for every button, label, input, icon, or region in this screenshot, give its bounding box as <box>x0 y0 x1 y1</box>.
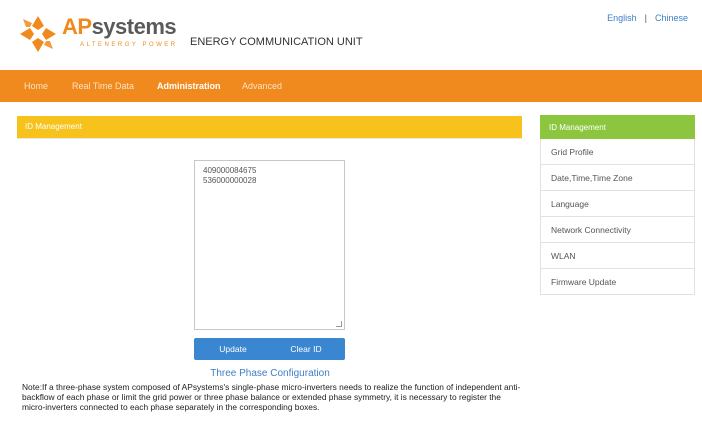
sidebar-item-firmware-update[interactable]: Firmware Update <box>540 269 695 295</box>
three-phase-config-link[interactable]: Three Phase Configuration <box>210 368 330 379</box>
apsystems-logo-icon <box>20 16 56 52</box>
sidebar-item-date-time-zone[interactable]: Date,Time,Time Zone <box>540 165 695 191</box>
sidebar-item-id-management[interactable]: ID Management <box>540 115 695 139</box>
sidebar-item-network-connectivity[interactable]: Network Connectivity <box>540 217 695 243</box>
apsystems-logo: APsystems ALTENERGY POWER <box>18 12 178 56</box>
unit-title: ENERGY COMMUNICATION UNIT <box>190 36 363 48</box>
three-phase-config-row: Three Phase Configuration <box>0 368 540 379</box>
update-button[interactable]: Update <box>204 338 262 360</box>
panel-title: ID Management <box>25 122 82 131</box>
inverter-id-line: 409000084675 <box>203 166 257 175</box>
lang-chinese-link[interactable]: Chinese <box>655 13 688 23</box>
nav-advanced[interactable]: Advanced <box>242 81 282 91</box>
panel-header: ID Management <box>17 116 522 138</box>
panel-divider <box>17 138 522 139</box>
resize-grip-icon[interactable] <box>336 321 342 327</box>
inverter-id-line: 536000000028 <box>203 176 257 185</box>
lang-english-link[interactable]: English <box>607 13 637 23</box>
action-button-bar: Update Clear ID <box>194 338 345 360</box>
three-phase-note: Note:If a three-phase system composed of… <box>22 382 521 412</box>
sidebar-item-grid-profile[interactable]: Grid Profile <box>540 139 695 165</box>
sidebar-item-wlan[interactable]: WLAN <box>540 243 695 269</box>
clear-id-button[interactable]: Clear ID <box>276 338 336 360</box>
inverter-id-textarea[interactable]: 409000084675 536000000028 <box>194 160 345 330</box>
lang-separator: | <box>644 13 647 23</box>
language-switcher: English | Chinese <box>607 13 688 23</box>
logo-tagline: ALTENERGY POWER <box>80 42 178 48</box>
admin-sidebar: ID Management Grid Profile Date,Time,Tim… <box>540 115 695 295</box>
nav-real-time-data[interactable]: Real Time Data <box>72 81 134 91</box>
logo-wordmark: APsystems <box>62 14 177 39</box>
nav-administration[interactable]: Administration <box>157 81 221 91</box>
main-nav: Home Real Time Data Administration Advan… <box>0 70 702 102</box>
nav-home[interactable]: Home <box>24 81 48 91</box>
sidebar-item-language[interactable]: Language <box>540 191 695 217</box>
